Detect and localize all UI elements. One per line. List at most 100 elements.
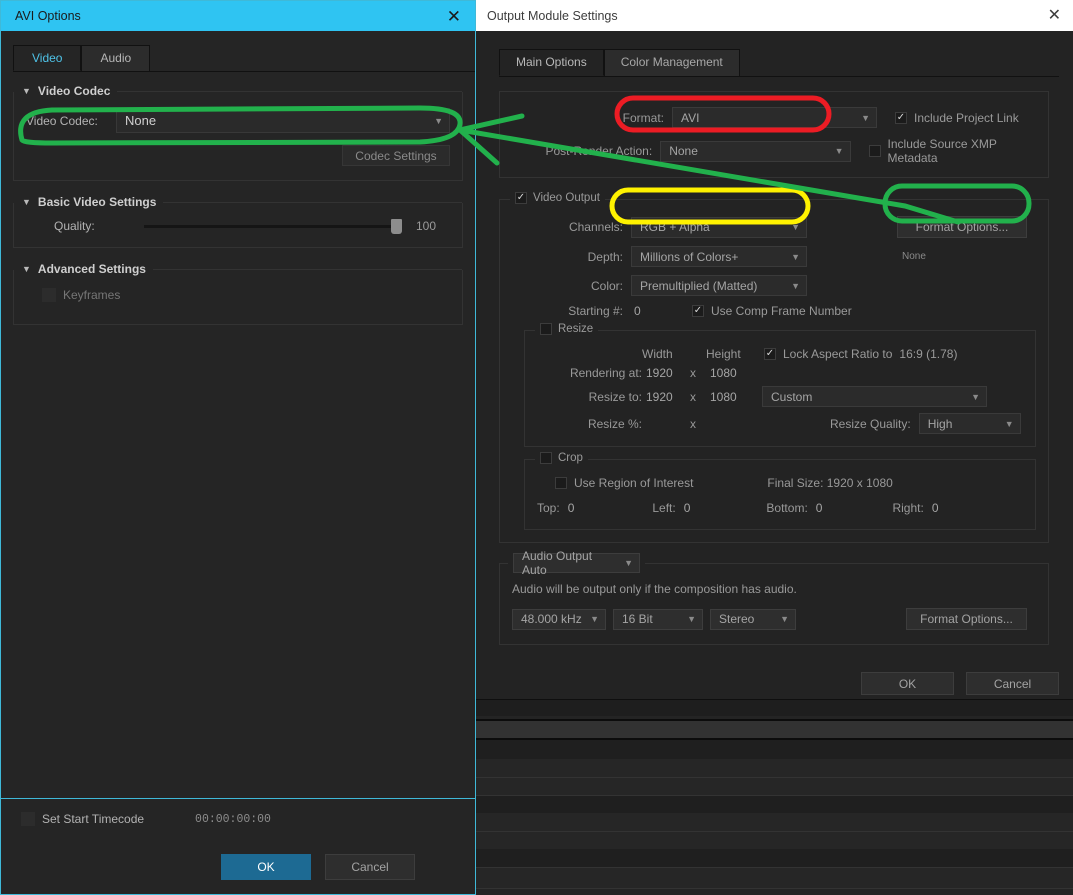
- video-output-checkbox[interactable]: ✓: [515, 192, 527, 204]
- crop-bottom-field[interactable]: 0: [816, 501, 823, 515]
- crop-section: ✓ Crop ✓ Use Region of Interest Final Si…: [524, 452, 1036, 530]
- table-row[interactable]: [474, 868, 1073, 888]
- basic-video-settings-header[interactable]: ▼ Basic Video Settings: [14, 195, 462, 209]
- avi-options-buttons: OK Cancel: [1, 854, 475, 880]
- avi-cancel-button[interactable]: Cancel: [325, 854, 415, 880]
- start-timecode-value[interactable]: 00:00:00:00: [195, 813, 271, 826]
- table-row[interactable]: [474, 796, 1073, 813]
- rendering-at-label: Rendering at:: [569, 366, 642, 380]
- table-row[interactable]: [474, 849, 1073, 867]
- resize-checkbox[interactable]: ✓: [540, 323, 552, 335]
- tab-video[interactable]: Video: [13, 45, 82, 71]
- avi-options-body: Video Audio ▼ Video Codec Video Codec: N…: [1, 31, 475, 894]
- basic-video-settings-title: Basic Video Settings: [37, 195, 164, 209]
- format-label: Format:: [622, 110, 664, 125]
- keyframes-checkbox[interactable]: ✓: [42, 288, 56, 302]
- resize-quality-dropdown[interactable]: High ▼: [918, 413, 1021, 434]
- table-row[interactable]: [474, 740, 1073, 759]
- resize-height-header: Height: [706, 347, 741, 361]
- starting-number-field[interactable]: 0: [634, 304, 692, 318]
- output-module-settings-dialog: Output Module Settings ✕ Main Options Co…: [474, 0, 1073, 700]
- depth-label: Depth:: [587, 249, 623, 264]
- tab-color-management[interactable]: Color Management: [603, 49, 740, 76]
- audio-channels-value: Stereo: [719, 612, 755, 626]
- lock-aspect-ratio-checkbox[interactable]: ✓: [764, 348, 776, 360]
- avi-options-dialog: AVI Options ✕ Video Audio ▼ Video Codec …: [0, 0, 476, 895]
- output-module-ok-button[interactable]: OK: [861, 672, 954, 695]
- advanced-settings-header[interactable]: ▼ Advanced Settings: [14, 262, 462, 276]
- video-output-legend: ✓ Video Output: [510, 192, 605, 204]
- color-dropdown[interactable]: Premultiplied (Matted) ▼: [631, 275, 807, 296]
- post-render-action-label: Post-Render Action:: [545, 144, 653, 158]
- video-output-section: ✓ Video Output Channels: RGB + Alpha ▼ F…: [499, 192, 1049, 543]
- resize-quality-value: High: [927, 416, 953, 431]
- audio-output-dropdown[interactable]: Audio Output Auto ▼: [513, 549, 640, 577]
- triangle-down-icon: ▼: [22, 86, 31, 96]
- use-region-of-interest-checkbox[interactable]: ✓: [555, 477, 567, 489]
- video-format-options-button[interactable]: Format Options...: [897, 216, 1027, 238]
- chevron-down-icon: ▼: [791, 280, 800, 291]
- chevron-down-icon: ▼: [434, 115, 443, 126]
- audio-channels-dropdown[interactable]: Stereo ▼: [710, 608, 796, 630]
- table-row[interactable]: [474, 832, 1073, 849]
- use-comp-frame-number-checkbox[interactable]: ✓: [692, 305, 704, 317]
- video-codec-group-title: Video Codec: [37, 84, 118, 98]
- table-row[interactable]: [474, 759, 1073, 777]
- audio-sample-rate-dropdown[interactable]: 48.000 kHz ▼: [512, 608, 606, 630]
- table-row[interactable]: [474, 778, 1073, 795]
- video-output-legend-label: Video Output: [533, 192, 600, 204]
- table-row[interactable]: [474, 813, 1073, 831]
- chevron-down-icon: ▼: [1004, 418, 1014, 429]
- advanced-settings-title: Advanced Settings: [37, 262, 153, 276]
- include-project-link-label: Include Project Link: [914, 110, 1019, 125]
- resize-preset-dropdown[interactable]: Custom ▼: [762, 386, 987, 407]
- depth-dropdown-value: Millions of Colors+: [640, 249, 739, 264]
- channels-dropdown[interactable]: RGB + Alpha ▼: [631, 216, 807, 238]
- depth-dropdown[interactable]: Millions of Colors+ ▼: [631, 246, 807, 267]
- video-codec-value: None: [125, 113, 157, 128]
- audio-bit-depth-value: 16 Bit: [622, 612, 653, 626]
- format-section: Format: AVI ▼ ✓ Include Project Link Pos…: [499, 91, 1049, 178]
- resize-to-height-field[interactable]: 1080: [710, 390, 758, 404]
- table-row-selected[interactable]: [474, 721, 1073, 738]
- crop-top-field[interactable]: 0: [568, 501, 575, 515]
- basic-video-settings-group: ▼ Basic Video Settings Quality: 100: [13, 195, 463, 248]
- include-project-link-checkbox[interactable]: ✓: [895, 111, 907, 124]
- table-row[interactable]: [474, 889, 1073, 895]
- set-start-timecode-checkbox[interactable]: ✓: [21, 812, 35, 826]
- group-rule: [117, 90, 462, 92]
- resize-to-width-field[interactable]: 1920: [646, 390, 686, 404]
- crop-checkbox[interactable]: ✓: [540, 452, 552, 464]
- output-module-cancel-button[interactable]: Cancel: [966, 672, 1059, 695]
- close-icon[interactable]: ✕: [447, 8, 461, 25]
- post-render-action-dropdown[interactable]: None ▼: [660, 140, 851, 162]
- dimension-separator: x: [690, 416, 696, 431]
- format-dropdown[interactable]: AVI ▼: [672, 107, 877, 128]
- crop-left-field[interactable]: 0: [684, 501, 691, 515]
- close-icon[interactable]: ✕: [1048, 7, 1061, 24]
- audio-format-options-button[interactable]: Format Options...: [906, 608, 1027, 630]
- quality-slider[interactable]: [144, 218, 402, 234]
- resize-percent-label: Resize %:: [587, 416, 642, 431]
- chevron-down-icon: ▼: [861, 112, 870, 123]
- tab-main-options[interactable]: Main Options: [499, 49, 604, 76]
- keyframes-label: Keyframes: [63, 288, 121, 302]
- tab-audio[interactable]: Audio: [81, 45, 151, 71]
- crop-left-label: Left:: [652, 501, 676, 515]
- codec-settings-button[interactable]: Codec Settings: [342, 145, 450, 166]
- crop-right-field[interactable]: 0: [932, 501, 939, 515]
- use-region-of-interest-label: Use Region of Interest: [574, 476, 694, 490]
- crop-legend-label: Crop: [558, 452, 583, 464]
- video-codec-label: Video Codec:: [26, 113, 98, 128]
- lock-aspect-ratio-value: 16:9 (1.78): [899, 347, 958, 361]
- video-codec-group-header[interactable]: ▼ Video Codec: [14, 84, 462, 98]
- include-xmp-metadata-checkbox[interactable]: ✓: [868, 145, 881, 157]
- video-codec-dropdown[interactable]: None ▼: [116, 108, 450, 133]
- avi-options-titlebar: AVI Options ✕: [1, 1, 475, 31]
- resize-legend-label: Resize: [558, 323, 594, 335]
- quality-slider-thumb[interactable]: [391, 218, 402, 234]
- avi-ok-button[interactable]: OK: [221, 854, 311, 880]
- use-comp-frame-number-label: Use Comp Frame Number: [711, 304, 852, 318]
- format-options-status: None: [902, 251, 926, 262]
- audio-bit-depth-dropdown[interactable]: 16 Bit ▼: [613, 608, 703, 630]
